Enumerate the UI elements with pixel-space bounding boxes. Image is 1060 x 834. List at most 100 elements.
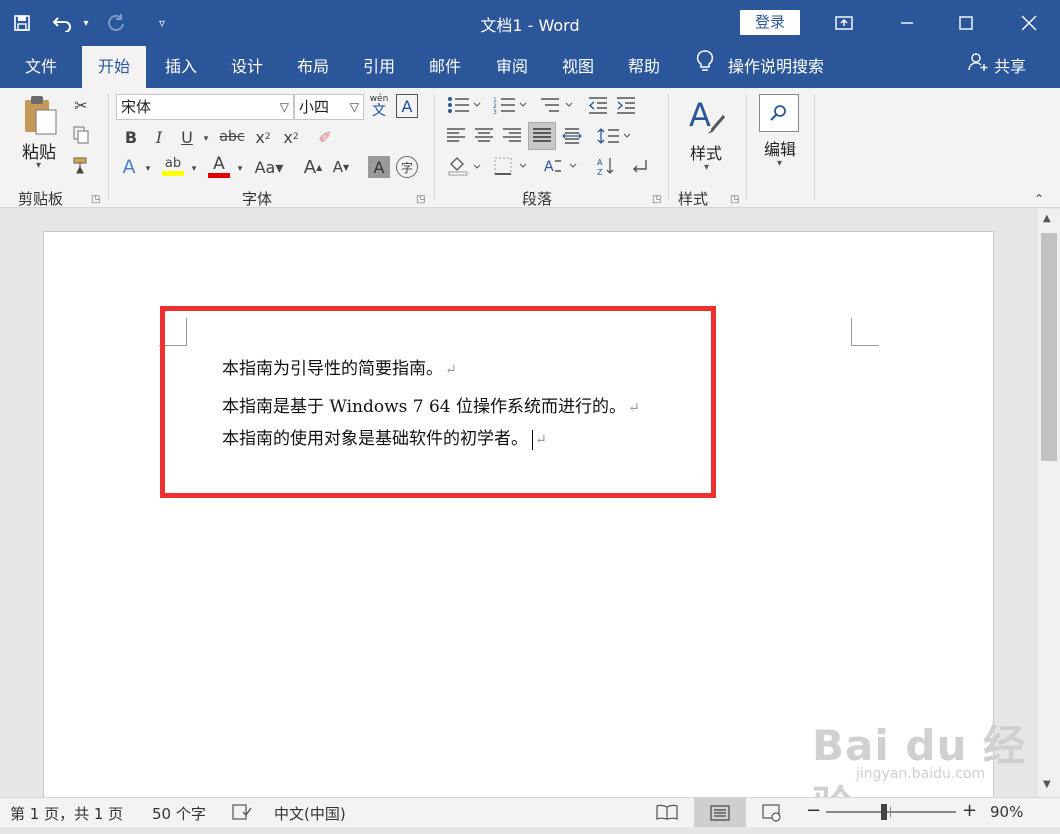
line-spacing-icon[interactable] (594, 124, 634, 148)
increase-indent-icon[interactable] (614, 94, 638, 116)
styles-dropdown-icon[interactable]: ▾ (704, 162, 709, 173)
font-color-icon[interactable]: A (206, 152, 232, 180)
maximize-icon[interactable] (943, 0, 989, 46)
font-name-select[interactable]: 宋体 ▽ (116, 94, 294, 120)
ribbon-home: 粘贴 ▾ ✂ 剪贴板 ◳ 宋体 ▽ 小四 ▽ wén 文 A B I U ▾ abc… (0, 88, 1060, 208)
copy-icon[interactable] (70, 124, 92, 146)
share-button[interactable]: 共享 (968, 46, 1026, 88)
bullets-icon[interactable] (444, 94, 484, 116)
tab-file[interactable]: 文件 (12, 46, 70, 88)
editing-search-icon[interactable] (759, 94, 799, 132)
borders-icon[interactable] (490, 154, 530, 178)
customize-qat-icon[interactable]: ▿ (146, 7, 178, 39)
zoom-slider[interactable] (826, 804, 956, 820)
paste-icon[interactable] (18, 94, 62, 138)
separator (434, 94, 435, 200)
word-count[interactable]: 50 个字 (152, 803, 206, 824)
tab-review[interactable]: 审阅 (481, 46, 543, 88)
align-right-icon[interactable] (500, 124, 524, 148)
tab-mailings[interactable]: 邮件 (414, 46, 476, 88)
scrollbar-thumb[interactable] (1041, 233, 1057, 461)
tell-me-search[interactable]: 操作说明搜索 (696, 46, 824, 88)
tell-me-label: 操作说明搜索 (728, 57, 825, 76)
document-line[interactable]: 本指南为引导性的简要指南。 ↵ (222, 354, 457, 379)
zoom-out-button[interactable]: − (806, 800, 821, 821)
change-case-icon[interactable]: Aa▾ (252, 156, 286, 178)
shrink-font-icon[interactable]: A ▼ (330, 156, 352, 178)
align-left-icon[interactable] (444, 124, 468, 148)
italic-icon[interactable]: I (148, 126, 170, 148)
align-center-icon[interactable] (472, 124, 496, 148)
undo-dropdown-icon[interactable]: ▾ (80, 7, 92, 39)
multilevel-list-icon[interactable] (536, 94, 576, 116)
tab-home[interactable]: 开始 (82, 46, 146, 88)
numbering-icon[interactable]: 123 (490, 94, 530, 116)
vertical-scrollbar[interactable]: ▲ ▼ (1036, 209, 1060, 797)
read-mode-icon[interactable] (656, 804, 678, 824)
phonetic-guide-icon[interactable]: wén 文 (368, 92, 390, 120)
text-effects-icon[interactable]: A (118, 156, 140, 178)
font-size-select[interactable]: 小四 ▽ (294, 94, 364, 120)
clipboard-launcher-icon[interactable]: ◳ (91, 194, 100, 205)
editing-dropdown-icon[interactable]: ▾ (777, 158, 782, 169)
clipboard-group-label: 剪贴板 (18, 190, 64, 208)
tab-references[interactable]: 引用 (348, 46, 410, 88)
proofing-icon[interactable] (232, 803, 252, 825)
format-painter-icon[interactable] (70, 154, 92, 176)
strikethrough-icon[interactable]: abc (218, 126, 246, 148)
document-line[interactable]: 本指南是基于 Windows 7 64 位操作系统而进行的。 ↵ (222, 392, 640, 417)
clear-formatting-icon[interactable]: ✐ (314, 126, 336, 148)
styles-launcher-icon[interactable]: ◳ (730, 194, 739, 205)
bold-icon[interactable]: B (120, 126, 142, 148)
justify-icon[interactable] (528, 122, 556, 150)
styles-icon[interactable]: A (684, 94, 728, 138)
editing-label[interactable]: 编辑 (764, 136, 796, 160)
highlight-dropdown-icon[interactable]: ▾ (188, 158, 200, 180)
close-icon[interactable] (1006, 0, 1052, 46)
text-effects-dropdown-icon[interactable]: ▾ (142, 158, 154, 180)
web-layout-icon[interactable] (762, 804, 782, 826)
tab-layout[interactable]: 布局 (282, 46, 344, 88)
sort-icon[interactable]: AZ (594, 154, 618, 178)
page-count[interactable]: 第 1 页，共 1 页 (10, 803, 123, 824)
underline-icon[interactable]: U (176, 126, 198, 148)
paragraph-launcher-icon[interactable]: ◳ (652, 194, 661, 205)
ribbon-display-options-icon[interactable] (821, 0, 867, 46)
tab-insert[interactable]: 插入 (150, 46, 212, 88)
superscript-icon[interactable]: x2 (280, 126, 302, 148)
cut-icon[interactable]: ✂ (70, 94, 92, 116)
tab-design[interactable]: 设计 (216, 46, 278, 88)
paste-dropdown-icon[interactable]: ▾ (36, 160, 41, 171)
font-color-dropdown-icon[interactable]: ▾ (234, 158, 246, 180)
zoom-in-button[interactable]: + (962, 800, 977, 821)
highlight-color-icon[interactable]: ab (160, 152, 186, 180)
underline-dropdown-icon[interactable]: ▾ (200, 128, 212, 150)
language-indicator[interactable]: 中文(中国) (274, 803, 346, 824)
baidu-watermark-url: jingyan.baidu.com (856, 766, 986, 782)
scroll-up-icon[interactable]: ▲ (1043, 213, 1051, 224)
save-icon[interactable] (6, 7, 38, 39)
enclose-characters-icon[interactable]: 字 (396, 156, 418, 178)
show-formatting-marks-icon[interactable] (628, 154, 652, 178)
document-line[interactable]: 本指南的使用对象是基础软件的初学者。 ↵ (222, 424, 547, 450)
subscript-icon[interactable]: x2 (252, 126, 274, 148)
font-launcher-icon[interactable]: ◳ (416, 194, 425, 205)
character-border-icon[interactable]: A (396, 94, 418, 118)
decrease-indent-icon[interactable] (586, 94, 610, 116)
print-layout-icon[interactable] (694, 798, 746, 827)
zoom-level[interactable]: 90% (990, 803, 1023, 821)
tab-view[interactable]: 视图 (547, 46, 609, 88)
tab-help[interactable]: 帮助 (613, 46, 675, 88)
character-shading-icon[interactable]: A (368, 156, 390, 178)
minimize-icon[interactable] (884, 0, 930, 46)
grow-font-icon[interactable]: A ▲ (302, 156, 324, 178)
undo-icon[interactable] (48, 7, 80, 39)
styles-label[interactable]: 样式 (690, 140, 722, 164)
status-bar: 第 1 页，共 1 页 50 个字 中文(中国) − + 90% (0, 797, 1060, 827)
distributed-icon[interactable] (560, 124, 584, 148)
collapse-ribbon-icon[interactable]: ⌃ (1034, 192, 1044, 206)
login-button[interactable]: 登录 (740, 10, 800, 35)
zoom-slider-thumb[interactable] (881, 804, 887, 820)
asian-layout-icon[interactable]: A (540, 154, 580, 178)
shading-icon[interactable] (444, 154, 484, 178)
